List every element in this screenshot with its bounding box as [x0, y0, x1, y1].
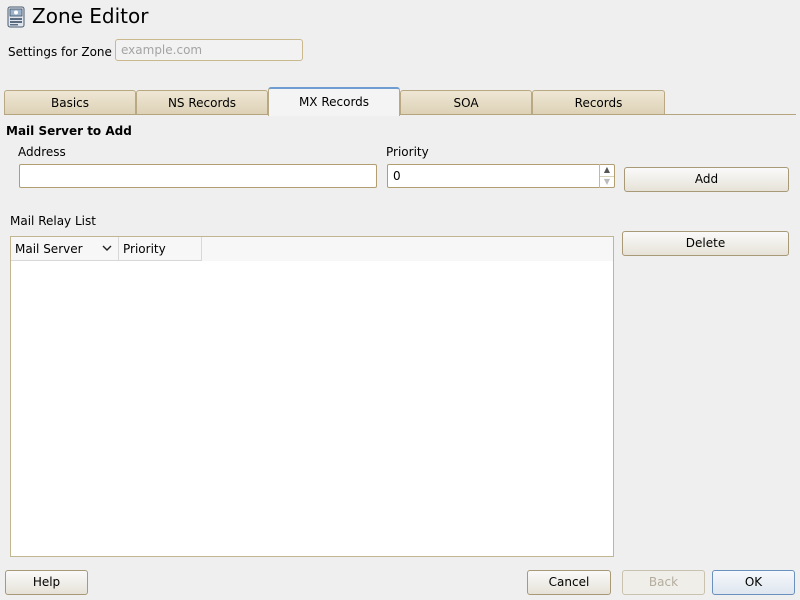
window-title: Zone Editor — [32, 4, 149, 28]
tab-records-label: Records — [574, 96, 623, 110]
ok-button-label: OK — [744, 575, 763, 589]
mail-relay-table[interactable]: Mail Server Priority — [10, 236, 614, 557]
add-button-label: Add — [694, 172, 719, 186]
tab-ns-records-label: NS Records — [167, 96, 237, 110]
cancel-button-label: Cancel — [548, 575, 590, 589]
tab-records[interactable]: Records — [532, 90, 665, 114]
tab-ns-records[interactable]: NS Records — [136, 90, 268, 114]
priority-spinner-buttons: ▲ ▼ — [599, 164, 614, 188]
back-button-label: Back — [648, 575, 679, 589]
relay-list-title: Mail Relay List — [10, 214, 96, 228]
zone-name-field: example.com — [115, 39, 303, 61]
mail-server-section-title: Mail Server to Add — [6, 124, 132, 138]
priority-label: Priority — [386, 145, 429, 159]
sort-chevron-icon — [102, 245, 112, 251]
column-header-priority-label: Priority — [123, 242, 166, 256]
ok-button[interactable]: OK — [712, 570, 795, 595]
tab-basics[interactable]: Basics — [4, 90, 136, 114]
tab-mx-records-label: MX Records — [298, 95, 370, 109]
delete-button-label: Delete — [685, 236, 726, 250]
spin-down-icon[interactable]: ▼ — [600, 176, 614, 188]
cancel-button[interactable]: Cancel — [527, 570, 611, 595]
tab-bar-divider — [4, 114, 796, 115]
column-header-priority[interactable]: Priority — [119, 237, 202, 261]
zone-editor-window: Zone Editor Settings for Zone example.co… — [0, 0, 800, 600]
zone-label: Settings for Zone — [8, 45, 112, 59]
address-input[interactable] — [19, 164, 377, 188]
add-button[interactable]: Add — [624, 167, 789, 192]
column-header-mail-server[interactable]: Mail Server — [11, 237, 119, 261]
tab-mx-records[interactable]: MX Records — [268, 87, 400, 116]
tab-soa-label: SOA — [453, 96, 479, 110]
tab-basics-label: Basics — [50, 96, 90, 110]
column-header-mail-server-label: Mail Server — [15, 242, 83, 256]
delete-button[interactable]: Delete — [622, 231, 789, 256]
address-label: Address — [18, 145, 66, 159]
priority-spinbox[interactable] — [387, 164, 615, 188]
network-card-icon — [6, 6, 26, 28]
help-button-label: Help — [32, 575, 61, 589]
help-button[interactable]: Help — [5, 570, 88, 595]
back-button[interactable]: Back — [622, 570, 705, 595]
tab-soa[interactable]: SOA — [400, 90, 532, 114]
